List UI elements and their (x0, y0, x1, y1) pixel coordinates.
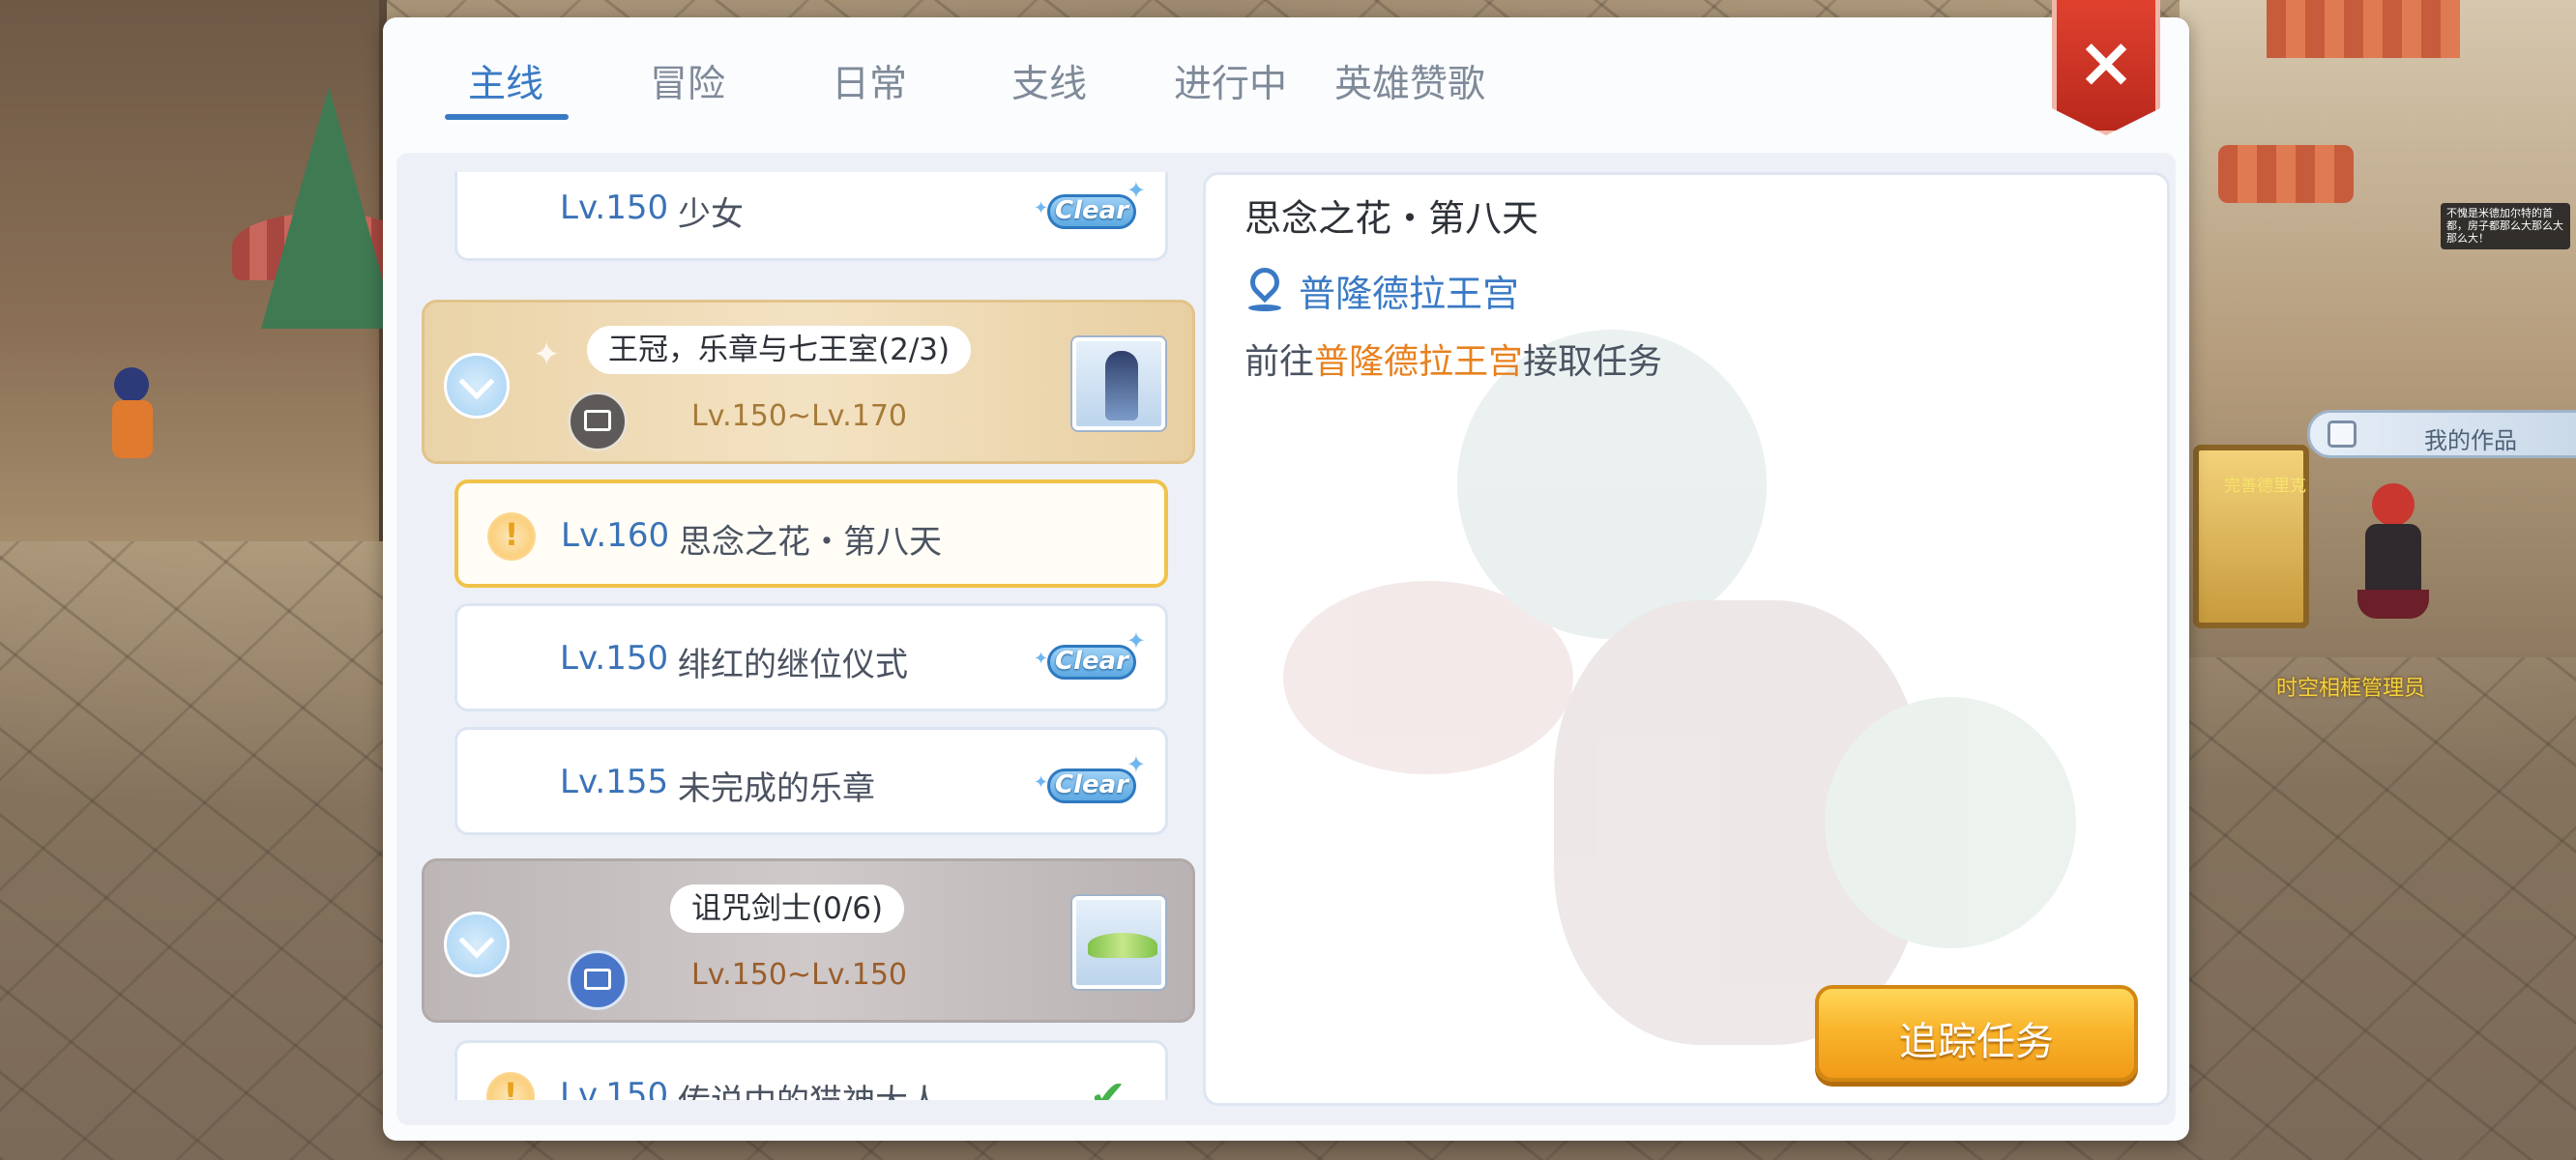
tab-adventure[interactable]: 冒险 (650, 54, 725, 108)
tab-side[interactable]: 支线 (1011, 54, 1087, 108)
quest-level: Lv.150 (560, 1076, 669, 1100)
sparkle-icon: ✦ (1126, 627, 1146, 654)
npc-name-label: 时空相框管理员 (2276, 677, 2426, 701)
clear-badge: Clear ✦ ✦ (1034, 177, 1146, 237)
character-illustration (1283, 291, 2153, 1103)
board-title: 完善德里克 (2224, 477, 2306, 496)
tiled-roof (2267, 0, 2460, 58)
exclamation-icon: ! (486, 1072, 535, 1100)
tab-hero-anthem[interactable]: 英雄赞歌 (1334, 54, 1485, 108)
reward-icon-wings[interactable] (1072, 896, 1165, 989)
chevron-down-icon (458, 363, 495, 400)
group-title: 王冠，乐章与七王室(2/3) (587, 326, 972, 374)
group-level-range: Lv.150~Lv.150 (691, 958, 908, 992)
location-pin-icon (1244, 261, 1286, 312)
detail-title: 思念之花・第八天 (1244, 197, 1539, 240)
quest-name: 传说中的猫神大人 (678, 1075, 941, 1100)
reward-icon-knight[interactable] (1072, 337, 1165, 430)
active-tab-indicator (445, 114, 569, 120)
share-icon (568, 950, 628, 1010)
quest-level: Lv.150 (560, 188, 669, 227)
quest-list[interactable]: Lv.150 少女 Clear ✦ ✦ ✦ 王冠，乐章与七王室(2/3) Lv.1… (422, 172, 1195, 1100)
picture-frame-icon (2327, 420, 2356, 448)
npc-frame-manager[interactable] (2357, 483, 2429, 657)
sparkle-icon: ✦ (533, 335, 561, 374)
exclamation-icon: ! (487, 512, 536, 561)
close-icon: × (2076, 21, 2136, 102)
detail-description: 前往普隆德拉王宫接取任务 (1244, 342, 1663, 382)
quest-item-crimson-ceremony[interactable]: Lv.150 绯红的继位仪式 Clear ✦ ✦ (454, 603, 1168, 711)
quest-item-flower-day8[interactable]: ! Lv.160 思念之花・第八天 (454, 479, 1168, 588)
npc-chat-bubble: 不愧是米德加尔特的首都，房子都那么大那么大那么大！ (2441, 203, 2570, 249)
quest-item-unfinished-movement[interactable]: Lv.155 未完成的乐章 Clear ✦ ✦ (454, 727, 1168, 835)
highlighted-location: 普隆德拉王宫 (1314, 342, 1524, 382)
quest-name: 未完成的乐章 (678, 769, 875, 808)
pine-tree (261, 87, 396, 329)
expand-button[interactable] (444, 912, 510, 977)
quest-group-cursed-swordsman[interactable]: 诅咒剑士(0/6) Lv.150~Lv.150 (422, 858, 1195, 1023)
quest-tabs: 主线 冒险 日常 支线 进行中 英雄赞歌 (383, 17, 2189, 153)
sparkle-icon: ✦ (1126, 177, 1146, 204)
quest-name: 思念之花・第八天 (679, 523, 942, 562)
track-quest-button[interactable]: 追踪任务 (1815, 985, 2138, 1082)
quest-level: Lv.160 (561, 516, 670, 555)
quest-detail-panel: 思念之花・第八天 普隆德拉王宫 前往普隆德拉王宫接取任务 追踪任务 (1203, 172, 2170, 1106)
sparkle-icon: ✦ (1126, 751, 1146, 778)
track-quest-label: 追踪任务 (1899, 1020, 2054, 1064)
gallery-icon (568, 392, 628, 451)
player-character[interactable] (104, 367, 162, 483)
quest-item-girl[interactable]: Lv.150 少女 Clear ✦ ✦ (454, 172, 1168, 261)
quest-name: 绯红的继位仪式 (678, 646, 908, 684)
quest-name: 少女 (678, 195, 744, 234)
quest-level: Lv.150 (560, 639, 669, 678)
close-button[interactable]: × (2052, 0, 2160, 135)
quest-group-crown[interactable]: ✦ 王冠，乐章与七王室(2/3) Lv.150~Lv.170 (422, 300, 1195, 464)
clear-badge: Clear ✦ ✦ (1034, 751, 1146, 811)
tab-in-progress[interactable]: 进行中 (1174, 54, 1287, 108)
detail-location-link[interactable]: 普隆德拉王宫 (1299, 264, 1519, 317)
my-works-button[interactable]: 我的作品 (2307, 410, 2576, 458)
chevron-down-icon (458, 922, 495, 959)
tiled-roof-lower (2218, 145, 2354, 203)
group-level-range: Lv.150~Lv.170 (691, 399, 908, 433)
quest-panel: 主线 冒险 日常 支线 进行中 英雄赞歌 × Lv.150 少女 Clear ✦… (383, 0, 2189, 1141)
quest-level: Lv.155 (560, 763, 669, 801)
quest-item-cat-god[interactable]: ! Lv.150 传说中的猫神大人 ✔ (454, 1040, 1168, 1100)
checkmark-icon: ✔ (1089, 1070, 1127, 1100)
tab-main[interactable]: 主线 (468, 54, 543, 108)
group-title: 诅咒剑士(0/6) (670, 884, 905, 933)
expand-button[interactable] (444, 353, 510, 419)
tab-daily[interactable]: 日常 (832, 54, 907, 108)
my-works-label: 我的作品 (2424, 427, 2517, 454)
clear-badge: Clear ✦ ✦ (1034, 627, 1146, 687)
content-area: Lv.150 少女 Clear ✦ ✦ ✦ 王冠，乐章与七王室(2/3) Lv.1… (396, 153, 2176, 1125)
